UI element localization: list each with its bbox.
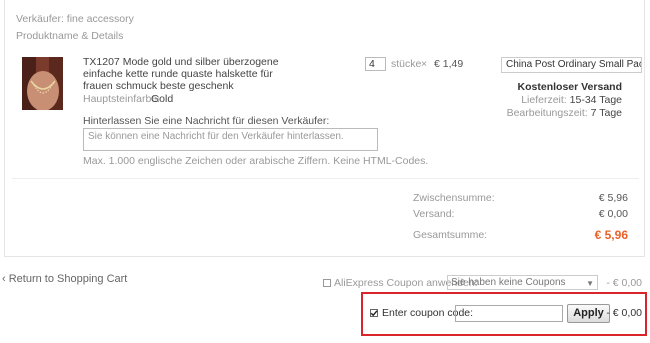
delivery-value: 15-34 Tage xyxy=(569,94,622,106)
product-title[interactable]: TX1207 Mode gold und silber überzogene e… xyxy=(83,56,298,92)
subtotal-label: Zwischensumme: xyxy=(413,192,495,204)
shipping-cost-label: Versand: xyxy=(413,208,455,220)
shipping-method-select[interactable]: China Post Ordinary Small Packet Plus xyxy=(501,57,642,73)
seller-label: Verkäufer: fine accessory xyxy=(16,13,134,25)
aliexpress-coupon-discount: - € 0,00 xyxy=(606,277,642,289)
checkmark-icon xyxy=(370,310,378,317)
delivery-time: Lieferzeit: 15-34 Tage xyxy=(521,94,622,106)
product-image[interactable] xyxy=(22,57,63,110)
color-value: Gold xyxy=(151,93,174,105)
coupon-code-input[interactable] xyxy=(455,305,563,322)
message-hint: Max. 1.000 englische Zeichen oder arabis… xyxy=(83,155,429,167)
table-header: Produktname & Details xyxy=(16,30,124,42)
processing-time: Bearbeitungszeit: 7 Tage xyxy=(507,107,622,119)
coupon-code-checkbox[interactable] xyxy=(370,309,378,317)
color-label: Hauptsteinfarbe: xyxy=(83,93,161,105)
divider xyxy=(12,178,639,179)
free-shipping-label: Kostenloser Versand xyxy=(517,81,622,93)
chevron-down-icon: ▼ xyxy=(586,279,594,288)
aliexpress-coupon-select-value: Sie haben keine Coupons xyxy=(451,277,566,288)
processing-value: 7 Tage xyxy=(590,107,622,119)
delivery-label: Lieferzeit: xyxy=(521,94,567,106)
message-textarea[interactable]: Sie können eine Nachricht für den Verkäu… xyxy=(83,128,378,151)
processing-label: Bearbeitungszeit: xyxy=(506,107,588,119)
unit-price: € 1,49 xyxy=(434,58,464,70)
return-to-cart-link[interactable]: ‹ Return to Shopping Cart xyxy=(2,273,127,285)
aliexpress-coupon-checkbox[interactable] xyxy=(323,279,331,287)
message-label: Hinterlassen Sie eine Nachricht für dies… xyxy=(83,115,330,127)
quantity-unit: stücke xyxy=(391,58,422,70)
times-sign: × xyxy=(421,58,428,70)
aliexpress-coupon-select[interactable]: Sie haben keine Coupons ▼ xyxy=(447,275,598,290)
shipping-cost-value: € 0,00 xyxy=(598,208,628,220)
subtotal-value: € 5,96 xyxy=(598,192,628,204)
apply-coupon-button[interactable]: Apply xyxy=(567,304,610,323)
total-value: € 5,96 xyxy=(594,228,628,242)
total-label: Gesamtsumme: xyxy=(413,229,488,241)
coupon-code-discount: - € 0,00 xyxy=(606,307,642,319)
quantity-input[interactable]: 4 xyxy=(365,57,386,71)
